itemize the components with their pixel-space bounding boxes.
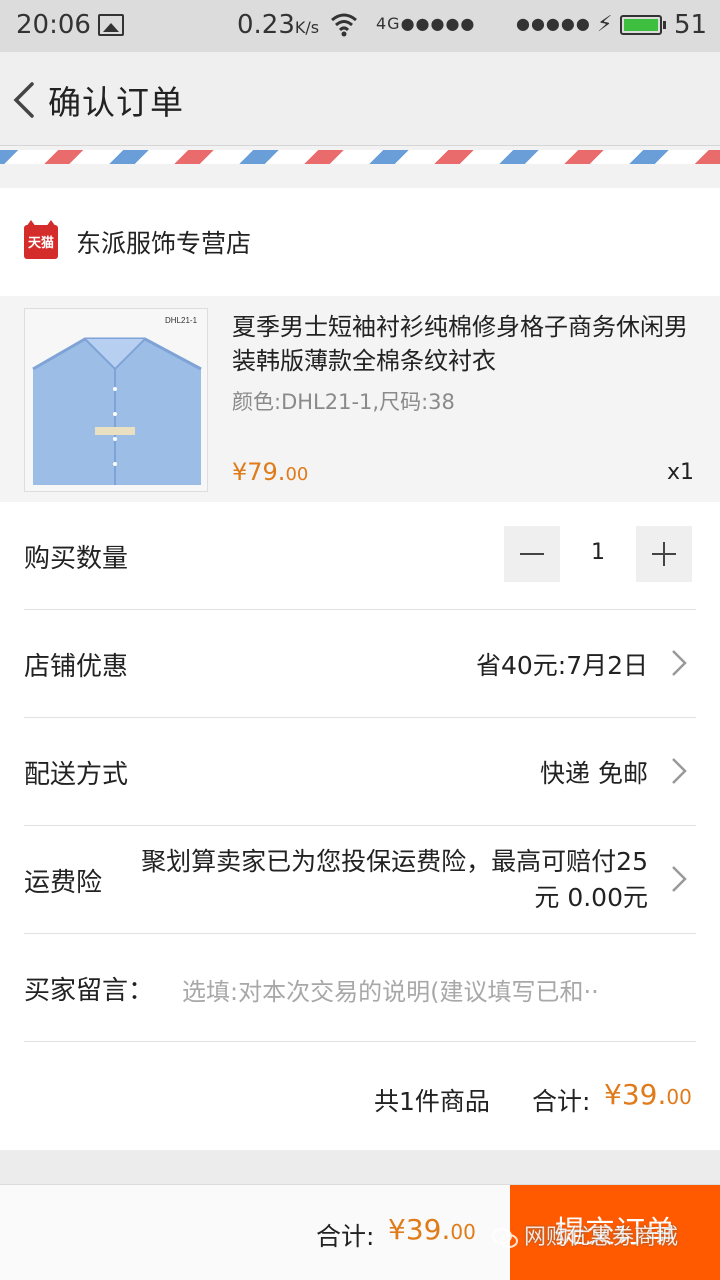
summary-total-label: 合计: [532,1087,591,1116]
quantity-value[interactable]: 1 [584,540,612,565]
product-title[interactable]: 夏季男士短袖衬衫纯棉修身格子商务休闲男装韩版薄款全棉条纹衬衣 [232,310,698,378]
bottom-total-value: ¥39.00 [388,1213,476,1246]
tmall-logo-icon: 天猫 [24,220,58,259]
shop-discount-row[interactable]: 店铺优惠 省40元:7月2日 [24,610,696,718]
product-price-main: ¥79. [232,458,286,486]
shop-row[interactable]: 天猫 东派服饰专营店 [0,188,720,296]
charging-icon: ⚡ [597,12,613,37]
order-summary: 共1件商品 合计: ¥39.00 [0,1044,720,1150]
airmail-divider [0,150,720,164]
thumb-label: DHL21-1 [165,316,198,325]
discount-value: 省40元:7月2日 [475,651,648,680]
product-price-decimal: 00 [285,464,309,485]
chevron-right-icon [672,650,687,676]
back-arrow-icon[interactable] [8,78,42,122]
status-time: 20:06 [16,10,91,40]
logo-text: 天猫 [27,236,54,251]
section-gap-2 [0,1150,720,1184]
signal-dots-2: ●●●●● [516,14,591,33]
order-card: 天猫 东派服饰专营店 DHL21-1 夏季男士短袖衬衫纯棉修身格子商务休闲男装韩… [0,188,720,1150]
product-quantity: x1 [666,460,694,485]
decrease-quantity-button[interactable] [504,526,560,582]
signal-dots-1: ●●●●● [400,14,476,33]
message-input[interactable]: 选填:对本次交易的说明(建议填写已和·· [182,972,696,1007]
logo-ear-left [26,220,36,227]
signal-1: 4G●●●●● [376,14,475,33]
status-bar: 20:06 0.23K/s 4G●●●●● ●●●●● ⚡ 51 [0,0,720,52]
summary-total-main: ¥39. [604,1078,667,1111]
watermark: 网购优惠券商城 [492,1219,678,1251]
item-count: 共1件商品 [374,1087,490,1116]
increase-quantity-button[interactable] [636,526,692,582]
battery-icon [620,15,666,35]
product-price: ¥79.00 [232,458,308,486]
wechat-icon [492,1228,518,1248]
delivery-label: 配送方式 [24,760,129,790]
battery-level: 51 [674,10,708,40]
summary-total-value: ¥39.00 [604,1078,692,1111]
insurance-value: 聚划算卖家已为您投保运费险，最高可赔付25元 0.00元 [141,847,648,912]
shipping-insurance-row[interactable]: 运费险 聚划算卖家已为您投保运费险，最高可赔付25元 0.00元 [24,826,696,934]
speed-value: 0.23 [237,10,295,40]
product-item[interactable]: DHL21-1 夏季男士短袖衬衫纯棉修身格子商务休闲男装韩版薄款全棉条纹衬衣 颜… [0,296,720,502]
page-title: 确认订单 [48,83,184,122]
bottom-total-decimal: 00 [450,1220,476,1244]
delivery-value: 快递 免邮 [540,759,648,788]
chevron-right-icon [672,758,687,784]
watermark-text: 网购优惠券商城 [524,1225,679,1250]
product-thumbnail[interactable]: DHL21-1 [24,308,208,492]
quantity-row: 购买数量 1 [24,502,696,610]
speed-unit: K/s [294,18,320,37]
network-speed: 0.23K/s [237,10,319,40]
network-type: 4G [376,14,401,33]
chevron-right-icon [672,866,687,892]
bottom-total-main: ¥39. [388,1213,451,1246]
quantity-label: 购买数量 [24,544,129,574]
battery-fill [624,19,658,31]
shop-name: 东派服饰专营店 [76,229,252,258]
product-spec: 颜色:DHL21-1,尺码:38 [232,390,455,414]
insurance-label: 运费险 [24,868,103,898]
delivery-row[interactable]: 配送方式 快递 免邮 [24,718,696,826]
page-header: 确认订单 [0,52,720,146]
section-gap [0,164,720,188]
message-label: 买家留言： [24,976,155,1006]
bottom-total-label: 合计: [316,1222,375,1251]
checkout-bar: 合计: ¥39.00 提交订单 网购优惠券商城 [0,1184,720,1280]
shirt-image: DHL21-1 [25,309,207,491]
buyer-message-row: 买家留言： 选填:对本次交易的说明(建议填写已和·· [24,934,696,1042]
wifi-icon [331,13,357,37]
logo-ear-right [46,220,56,227]
discount-label: 店铺优惠 [24,652,129,682]
summary-total-decimal: 00 [666,1085,692,1109]
image-notification-icon [98,14,124,36]
